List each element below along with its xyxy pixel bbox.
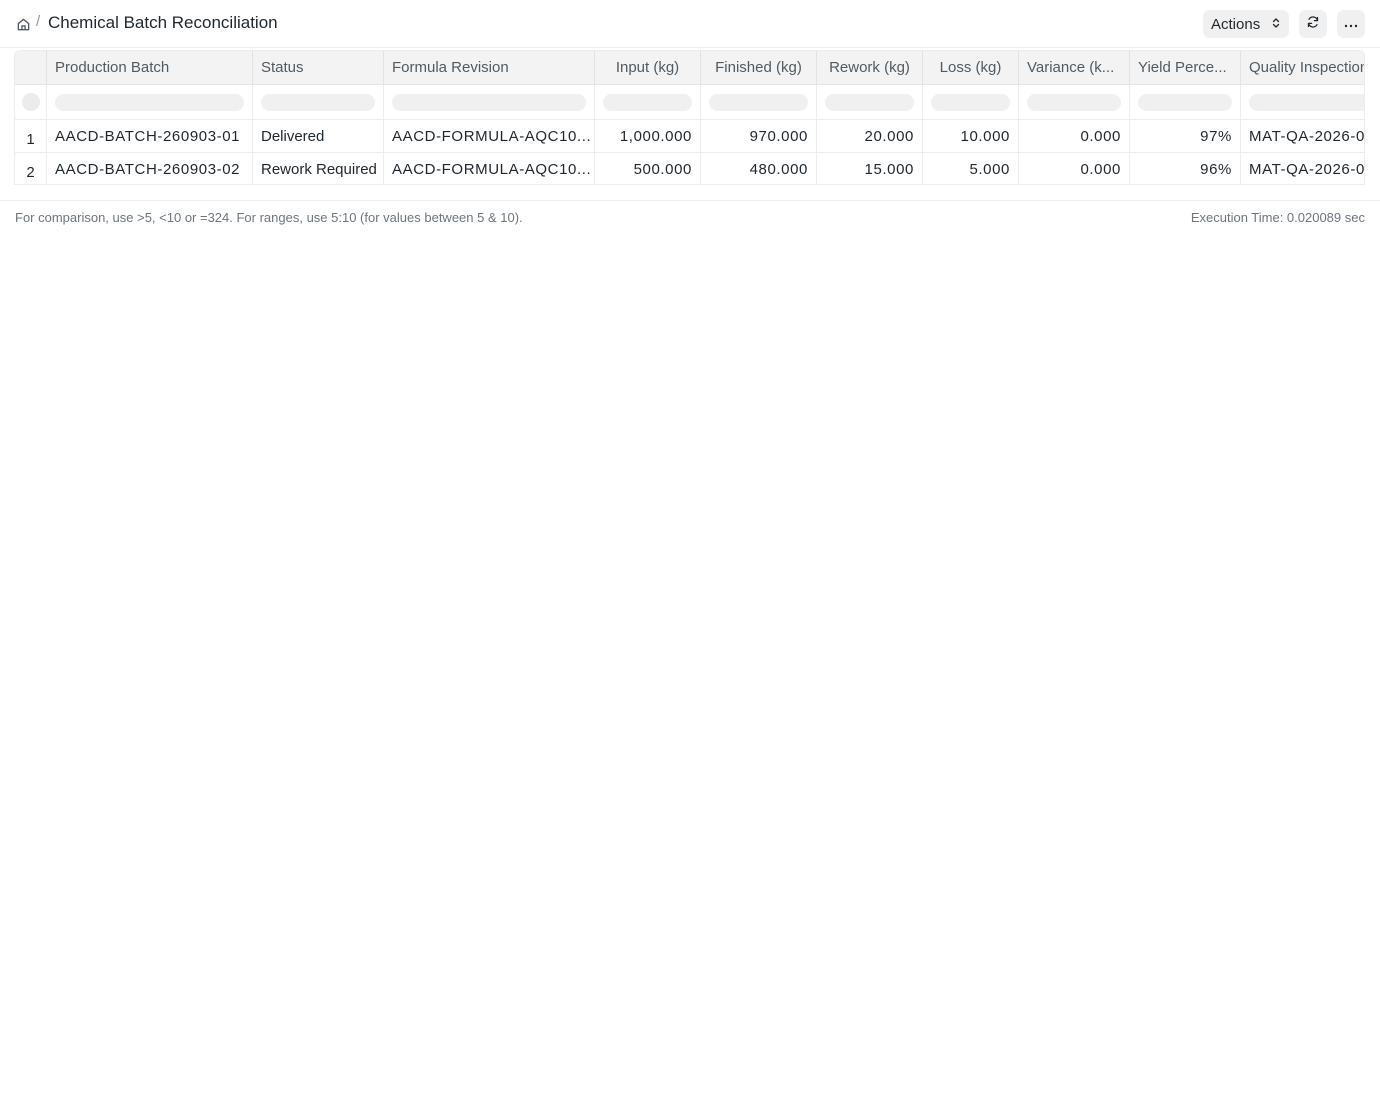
filter-cell bbox=[1130, 85, 1241, 119]
filter-cell bbox=[701, 85, 817, 119]
breadcrumb-separator: / bbox=[36, 13, 41, 30]
actions-label: Actions bbox=[1211, 15, 1261, 33]
rework-cell[interactable]: 15.000 bbox=[817, 153, 923, 184]
production-batch-cell[interactable]: AACD-BATCH-260903-01 bbox=[47, 120, 253, 152]
filter-cell bbox=[384, 85, 595, 119]
filter-cell bbox=[1241, 85, 1364, 119]
formula-revision-cell[interactable]: AACD-FORMULA-AQC10... bbox=[384, 120, 595, 152]
loss-cell[interactable]: 10.000 bbox=[923, 120, 1019, 152]
footer-divider bbox=[0, 200, 1380, 201]
yield-cell[interactable]: 96% bbox=[1130, 153, 1241, 184]
column-header[interactable]: Variance (k... bbox=[1019, 51, 1130, 84]
filter-input[interactable] bbox=[261, 93, 375, 111]
rework-cell[interactable]: 20.000 bbox=[817, 120, 923, 152]
quality-inspection-cell[interactable]: MAT-QA-2026-0 bbox=[1241, 153, 1364, 184]
table-header-row: Production Batch Status Formula Revision… bbox=[15, 51, 1364, 85]
formula-revision-cell[interactable]: AACD-FORMULA-AQC10... bbox=[384, 153, 595, 184]
row-number-header bbox=[15, 51, 47, 84]
filter-cell bbox=[47, 85, 253, 119]
variance-cell[interactable]: 0.000 bbox=[1019, 120, 1130, 152]
filter-input[interactable] bbox=[1249, 93, 1364, 111]
filter-cell bbox=[1019, 85, 1130, 119]
status-cell[interactable]: Delivered bbox=[253, 120, 384, 152]
filter-input[interactable] bbox=[603, 93, 692, 111]
filter-input[interactable] bbox=[931, 93, 1010, 111]
filter-input[interactable] bbox=[825, 93, 914, 111]
finished-cell[interactable]: 480.000 bbox=[701, 153, 817, 184]
input-cell[interactable]: 500.000 bbox=[595, 153, 701, 184]
yield-cell[interactable]: 97% bbox=[1130, 120, 1241, 152]
filter-input[interactable] bbox=[1138, 93, 1232, 111]
execution-time: Execution Time: 0.020089 sec bbox=[1190, 210, 1365, 225]
column-header[interactable]: Production Batch bbox=[47, 51, 253, 84]
status-cell[interactable]: Rework Required bbox=[253, 153, 384, 184]
filter-cell bbox=[923, 85, 1019, 119]
filter-cell bbox=[817, 85, 923, 119]
page-title: Chemical Batch Reconciliation bbox=[48, 13, 278, 32]
more-button[interactable] bbox=[1337, 10, 1365, 38]
filter-cell bbox=[15, 85, 47, 119]
quality-inspection-cell[interactable]: MAT-QA-2026-0 bbox=[1241, 120, 1364, 152]
filter-hint: For comparison, use >5, <10 or =324. For… bbox=[15, 210, 523, 225]
row-number: 1 bbox=[15, 120, 47, 152]
filter-row bbox=[15, 85, 1364, 120]
column-header[interactable]: Quality Inspection bbox=[1241, 51, 1364, 84]
loss-cell[interactable]: 5.000 bbox=[923, 153, 1019, 184]
variance-cell[interactable]: 0.000 bbox=[1019, 153, 1130, 184]
table-row[interactable]: 1 AACD-BATCH-260903-01 Delivered AACD-FO… bbox=[15, 120, 1364, 153]
table-row[interactable]: 2 AACD-BATCH-260903-02 Rework Required A… bbox=[15, 153, 1364, 184]
home-icon[interactable] bbox=[15, 16, 31, 32]
column-header[interactable]: Finished (kg) bbox=[701, 51, 817, 84]
finished-cell[interactable]: 970.000 bbox=[701, 120, 817, 152]
filter-input[interactable] bbox=[709, 93, 808, 111]
filter-cell bbox=[253, 85, 384, 119]
filter-input[interactable] bbox=[392, 93, 586, 111]
report-table: Production Batch Status Formula Revision… bbox=[14, 50, 1365, 185]
filter-checkbox[interactable] bbox=[21, 93, 40, 111]
production-batch-cell[interactable]: AACD-BATCH-260903-02 bbox=[47, 153, 253, 184]
column-header[interactable]: Loss (kg) bbox=[923, 51, 1019, 84]
input-cell[interactable]: 1,000.000 bbox=[595, 120, 701, 152]
more-icon bbox=[1344, 15, 1358, 33]
filter-input[interactable] bbox=[1027, 93, 1121, 111]
row-number: 2 bbox=[15, 153, 47, 184]
chevron-up-down-icon bbox=[1271, 16, 1281, 33]
refresh-icon bbox=[1306, 15, 1320, 34]
column-header[interactable]: Input (kg) bbox=[595, 51, 701, 84]
column-header[interactable]: Rework (kg) bbox=[817, 51, 923, 84]
refresh-button[interactable] bbox=[1299, 10, 1327, 38]
page-header: / Chemical Batch Reconciliation Actions bbox=[0, 0, 1380, 48]
column-header[interactable]: Formula Revision bbox=[384, 51, 595, 84]
filter-input[interactable] bbox=[55, 93, 244, 111]
column-header[interactable]: Yield Perce... bbox=[1130, 51, 1241, 84]
actions-button[interactable]: Actions bbox=[1203, 10, 1289, 38]
filter-cell bbox=[595, 85, 701, 119]
column-header[interactable]: Status bbox=[253, 51, 384, 84]
